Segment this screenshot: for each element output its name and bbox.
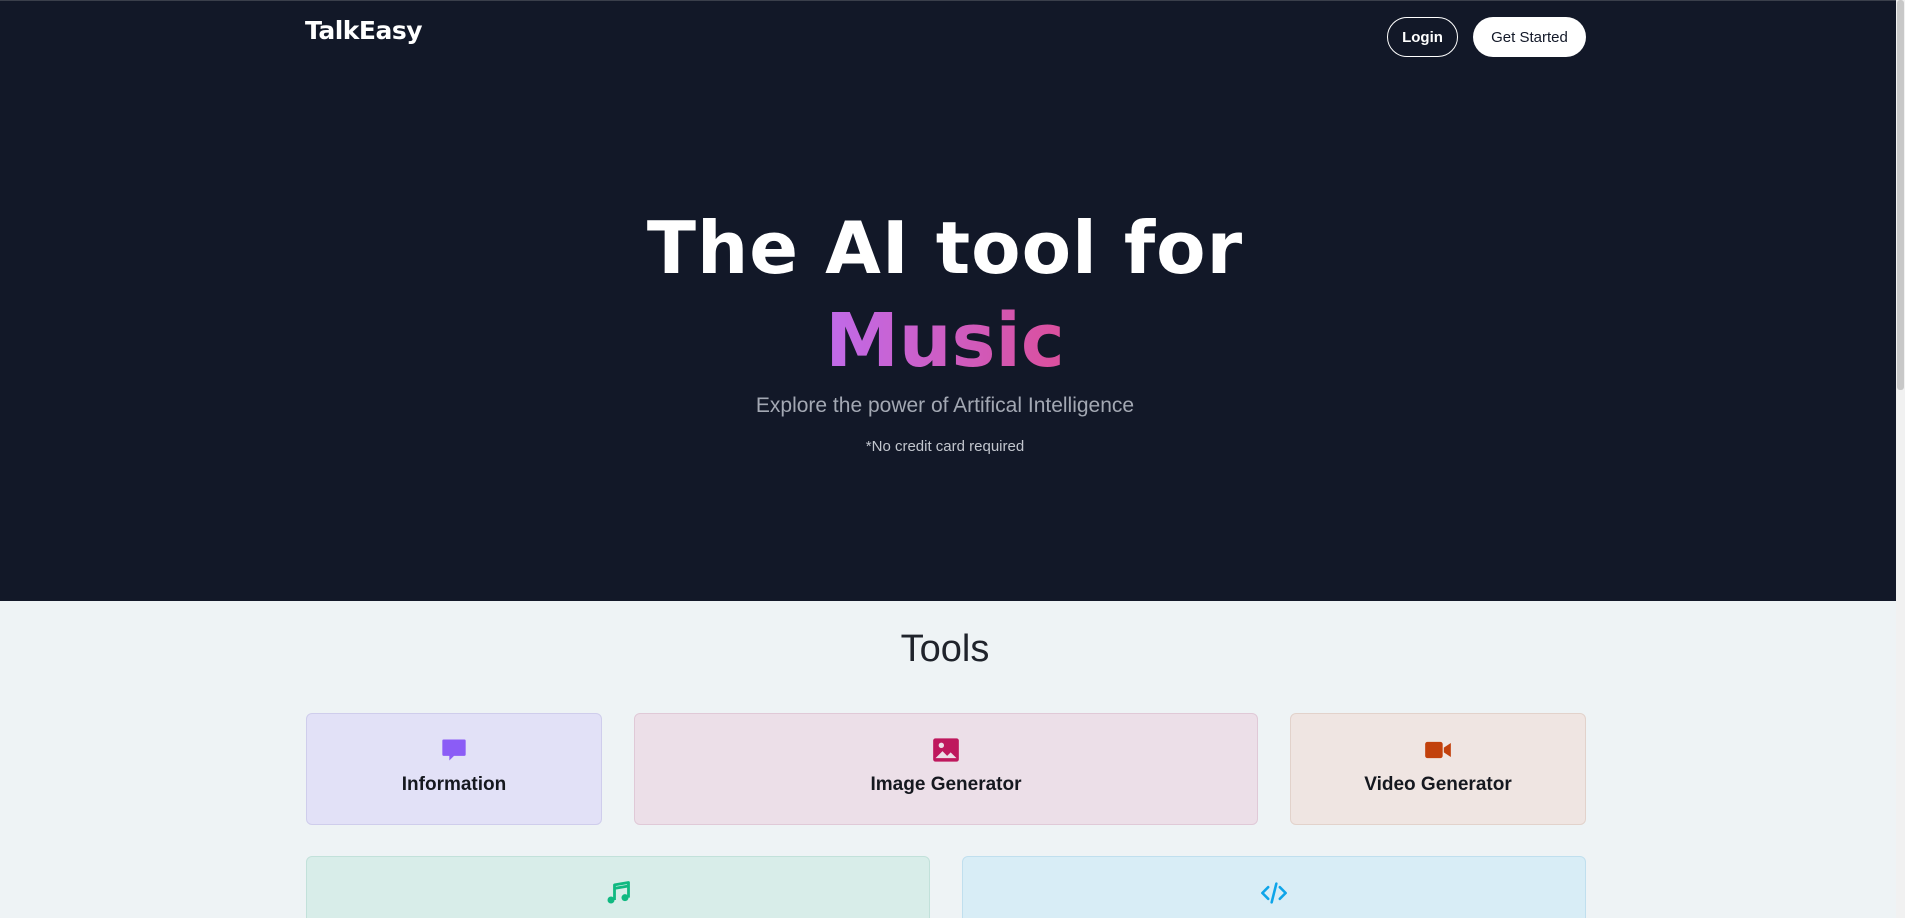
divider (0, 0, 1896, 1)
code-icon (1261, 882, 1287, 904)
tool-card-video-generator[interactable]: Video Generator (1290, 713, 1586, 825)
music-note-icon (607, 881, 630, 904)
video-camera-icon (1425, 741, 1451, 759)
login-button[interactable]: Login (1387, 17, 1458, 57)
logo[interactable]: TalkEasy (305, 16, 423, 45)
tool-card-information[interactable]: Information (306, 713, 602, 825)
hero-section: TalkEasy Login Get Started The AI tool f… (0, 0, 1896, 601)
hero-subtitle: Explore the power of Artifical Intellige… (755, 394, 1135, 417)
tools-title: Tools (900, 628, 990, 670)
image-icon (933, 738, 959, 762)
tool-card-label: Information (401, 774, 507, 795)
scrollbar-thumb[interactable] (1897, 0, 1904, 390)
chat-bubble-icon (442, 739, 466, 761)
tool-card-label: Video Generator (1364, 774, 1512, 795)
hero-title: The AI tool for (646, 206, 1244, 290)
tool-card-image-generator[interactable]: Image Generator (634, 713, 1258, 825)
tool-card-code[interactable] (962, 856, 1586, 918)
page: TalkEasy Login Get Started The AI tool f… (0, 0, 1905, 918)
get-started-button[interactable]: Get Started (1473, 17, 1586, 57)
tool-card-music[interactable] (306, 856, 930, 918)
hero-highlight: Music (0, 296, 1890, 386)
tool-card-label: Image Generator (870, 774, 1022, 795)
hero-note: *No credit card required (865, 438, 1025, 455)
hero-highlight-word: Music (825, 298, 1065, 384)
